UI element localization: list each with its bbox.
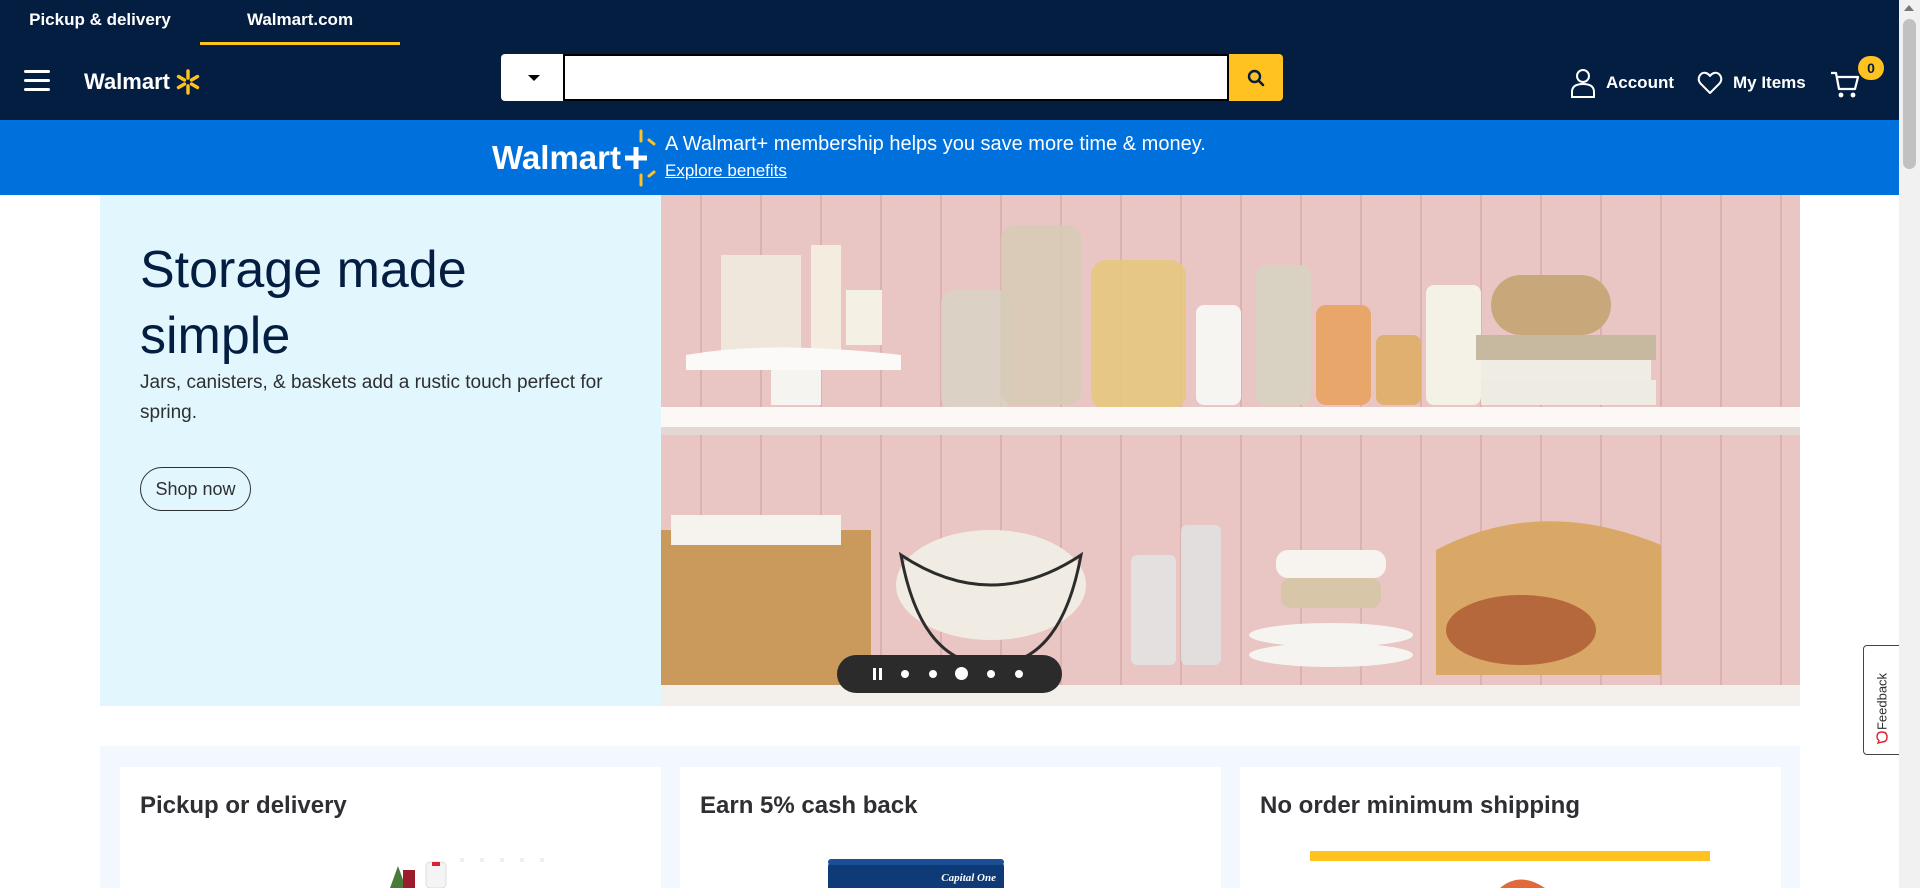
carousel-dot-3[interactable] (955, 667, 968, 680)
tab-walmart-com[interactable]: Walmart.com (200, 0, 400, 45)
card-free-shipping[interactable]: No order minimum shipping (1240, 767, 1781, 888)
account-label: Account (1606, 73, 1674, 92)
hero-text-panel: Storage made simple Jars, canisters, & b… (100, 195, 661, 706)
card-pickup-delivery[interactable]: Pickup or delivery (120, 767, 661, 888)
carousel-dot-5[interactable] (1015, 670, 1023, 678)
feedback-tab[interactable]: Feedback (1863, 645, 1900, 755)
feedback-label: Feedback (1874, 672, 1890, 731)
hero-banner: Storage made simple Jars, canisters, & b… (100, 195, 1800, 706)
walmart-plus-logo: Walmart (492, 128, 657, 188)
carousel-dot-1[interactable] (901, 670, 909, 678)
card-title: Pickup or delivery (140, 792, 347, 819)
walmart-plus-banner (0, 120, 1899, 195)
scroll-up-arrow-icon[interactable] (1904, 5, 1914, 11)
credit-card-illustration: Capital One (828, 859, 1004, 888)
walmart-logo[interactable]: Walmart (84, 66, 202, 98)
my-items-label: My Items (1733, 73, 1806, 92)
heart-icon (1697, 71, 1723, 94)
menu-icon[interactable] (24, 68, 52, 94)
search-icon (1247, 69, 1265, 86)
my-items-button[interactable]: My Items (1697, 66, 1806, 100)
scrollbar-thumb[interactable] (1903, 19, 1916, 169)
tab-pickup-delivery[interactable]: Pickup & delivery (0, 0, 200, 45)
pause-icon[interactable] (873, 668, 883, 680)
svg-text:Capital One: Capital One (941, 872, 996, 884)
logo-text: Walmart (84, 69, 170, 94)
grocery-illustration (390, 858, 544, 888)
hero-subtitle: Jars, canisters, & baskets add a rustic … (140, 372, 603, 423)
carousel-dot-2[interactable] (929, 670, 937, 678)
card-title: Earn 5% cash back (700, 792, 918, 819)
caret-down-icon (528, 75, 540, 81)
walmart-plus-message: A Walmart+ membership helps you save mor… (665, 133, 1206, 155)
cart-icon (1831, 71, 1860, 98)
user-icon (1571, 69, 1595, 98)
cart-count-badge: 0 (1858, 56, 1884, 80)
explore-benefits-link[interactable]: Explore benefits (665, 161, 787, 181)
card-title: No order minimum shipping (1260, 792, 1581, 819)
shop-now-button[interactable]: Shop now (140, 467, 251, 511)
spark-icon (176, 69, 200, 95)
page-scrollbar[interactable] (1899, 0, 1920, 888)
search-button[interactable] (1229, 54, 1283, 101)
card-cash-back[interactable]: Earn 5% cash back Capital One (680, 767, 1221, 888)
search-input[interactable] (563, 54, 1229, 101)
department-dropdown[interactable] (501, 54, 563, 101)
carousel-dot-4[interactable] (987, 670, 995, 678)
cart-button[interactable] (1830, 68, 1860, 100)
plus-spark-icon (624, 129, 656, 187)
plus-logo-text: Walmart (492, 139, 621, 176)
hero-title: Storage made simple (140, 241, 467, 365)
top-header: Pickup & delivery Walmart.com Walmart Ac… (0, 0, 1899, 120)
carousel-controls (837, 655, 1062, 693)
shipping-illustration (1310, 851, 1710, 888)
account-button[interactable]: Account (1570, 66, 1674, 100)
hero-image[interactable] (661, 195, 1800, 706)
